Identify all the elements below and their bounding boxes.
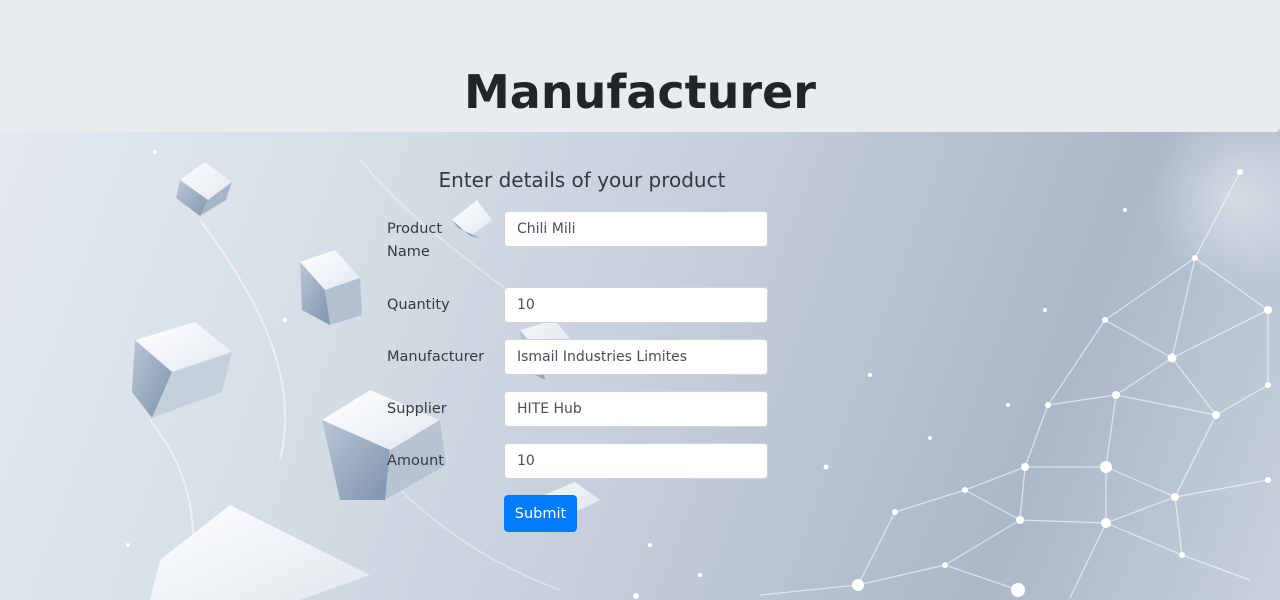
submit-button[interactable]: Submit	[504, 495, 577, 532]
cube-3	[132, 322, 232, 418]
cube-1	[176, 162, 232, 216]
page-title: Manufacturer	[464, 65, 816, 119]
product-name-input[interactable]	[504, 211, 768, 247]
product-name-label: Product Name	[387, 221, 443, 260]
quantity-input[interactable]	[504, 287, 768, 323]
quantity-label: Quantity	[387, 297, 450, 313]
page: Manufacturer Enter details of your produ…	[0, 0, 1280, 600]
header-banner: Manufacturer	[0, 0, 1280, 132]
manufacturer-input[interactable]	[504, 339, 768, 375]
cube-5	[452, 200, 492, 238]
supplier-label: Supplier	[387, 401, 447, 417]
manufacturer-label: Manufacturer	[387, 349, 485, 365]
cube-2	[300, 250, 362, 325]
form-heading: Enter details of your product	[438, 168, 726, 192]
cube-8	[150, 505, 370, 600]
amount-label: Amount	[387, 453, 444, 469]
amount-input[interactable]	[504, 443, 768, 479]
supplier-input[interactable]	[504, 391, 768, 427]
